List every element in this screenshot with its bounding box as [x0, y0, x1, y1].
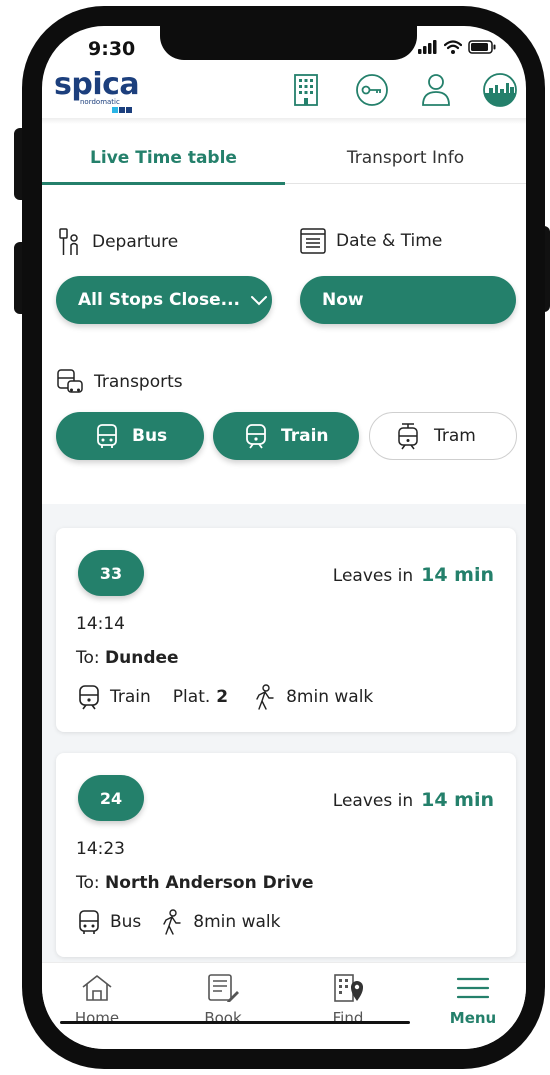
- destination-name: Dundee: [105, 648, 179, 668]
- train-icon: [79, 685, 99, 710]
- datetime-label: Date & Time: [336, 231, 443, 251]
- transport-mode: Train: [110, 687, 151, 707]
- bus-icon: [79, 910, 99, 934]
- departure-card[interactable]: 33 Leaves in 14 min 14:14 To: Dundee Tra…: [56, 528, 516, 732]
- active-tab-indicator: [42, 182, 285, 185]
- platform-number: 2: [216, 687, 229, 707]
- transport-mode: Bus: [110, 912, 142, 932]
- departure-label-row: Departure: [58, 228, 178, 256]
- transports-label: Transports: [94, 372, 183, 392]
- user-icon[interactable]: [418, 72, 454, 108]
- departure-select[interactable]: All Stops Close...: [56, 276, 272, 324]
- transport-tram-toggle[interactable]: Tram: [369, 412, 517, 460]
- notch: [160, 26, 417, 60]
- building-pin-icon: [334, 974, 363, 1002]
- bus-stop-icon: [59, 228, 78, 255]
- nav-menu-label: Menu: [449, 1009, 497, 1027]
- nav-home-label: Home: [74, 1009, 120, 1027]
- transport-train-toggle[interactable]: Train: [213, 412, 359, 460]
- nav-find[interactable]: Find: [298, 973, 398, 1027]
- departure-info: Train Plat. 2 8min walk: [78, 684, 373, 710]
- tram-icon: [398, 423, 418, 450]
- leaves-prefix: Leaves in: [332, 566, 414, 586]
- leaves-in: Leaves in 14 min: [333, 564, 494, 586]
- nav-book-label: Book: [204, 1009, 242, 1027]
- spica-logo[interactable]: spica nordomatic: [54, 67, 140, 113]
- leaves-minutes: 14 min: [421, 789, 494, 811]
- battery-icon: [468, 40, 496, 54]
- route-badge: 24: [78, 775, 144, 821]
- wifi-icon: [444, 40, 462, 54]
- destination: To: North Anderson Drive: [76, 873, 314, 893]
- home-indicator[interactable]: [60, 1021, 410, 1024]
- bottom-navigation: Home Book Find Menu: [42, 962, 526, 1049]
- transport-train-label: Train: [281, 426, 329, 446]
- transport-bus-toggle[interactable]: Bus: [56, 412, 204, 460]
- status-icons: [418, 40, 496, 54]
- departure-time: 14:23: [76, 839, 125, 859]
- calendar-list-icon: [300, 228, 326, 254]
- nav-book[interactable]: Book: [173, 973, 273, 1027]
- tab-bar: Live Time table Transport Info: [42, 134, 526, 185]
- walk-time: 8min walk: [286, 687, 374, 707]
- datetime-value: Now: [322, 290, 364, 310]
- transports-icon: [57, 369, 83, 393]
- route-badge: 33: [78, 550, 144, 596]
- logo-squares: [112, 107, 139, 113]
- building-icon[interactable]: [288, 72, 324, 108]
- departure-label: Departure: [92, 232, 179, 252]
- leaves-minutes: 14 min: [421, 564, 494, 586]
- destination: To: Dundee: [76, 648, 179, 668]
- datetime-select[interactable]: Now: [300, 276, 516, 324]
- book-icon: [208, 974, 239, 1002]
- destination-name: North Anderson Drive: [105, 873, 314, 893]
- walking-person-icon: [256, 684, 274, 710]
- key-icon[interactable]: [354, 72, 390, 108]
- app-screen: 9:30 spica nordomatic Live Time table Tr…: [42, 26, 526, 1049]
- bus-icon: [97, 424, 117, 448]
- signal-icon: [418, 40, 437, 54]
- datetime-label-row: Date & Time: [300, 228, 442, 254]
- city-skyline-icon[interactable]: [482, 72, 518, 108]
- platform-prefix: Plat.: [172, 687, 211, 707]
- leaves-prefix: Leaves in: [332, 791, 414, 811]
- walking-person-icon: [163, 909, 181, 935]
- departure-card[interactable]: 24 Leaves in 14 min 14:23 To: North Ande…: [56, 753, 516, 957]
- train-icon: [246, 424, 266, 449]
- tab-transport-info[interactable]: Transport Info: [285, 134, 526, 182]
- destination-prefix: To:: [76, 873, 100, 893]
- nav-find-label: Find: [332, 1009, 364, 1027]
- departure-info: Bus 8min walk: [78, 909, 280, 935]
- transport-bus-label: Bus: [132, 426, 168, 446]
- nav-home[interactable]: Home: [47, 973, 147, 1027]
- home-icon: [82, 975, 112, 1001]
- destination-prefix: To:: [76, 648, 100, 668]
- hamburger-menu-icon: [456, 977, 490, 999]
- walk-time: 8min walk: [193, 912, 281, 932]
- tab-live-time-table[interactable]: Live Time table: [42, 134, 285, 182]
- departure-time: 14:14: [76, 614, 125, 634]
- chevron-down-icon: [251, 296, 267, 306]
- app-header: spica nordomatic: [42, 66, 526, 122]
- status-time: 9:30: [88, 38, 136, 60]
- transport-tram-label: Tram: [434, 426, 476, 446]
- tab-divider: [285, 183, 526, 184]
- transports-label-row: Transports: [56, 368, 183, 396]
- departure-value: All Stops Close...: [78, 290, 240, 310]
- logo-text: spica: [54, 67, 140, 102]
- leaves-in: Leaves in 14 min: [333, 789, 494, 811]
- nav-menu[interactable]: Menu: [423, 973, 523, 1027]
- header-divider: [42, 118, 526, 124]
- departures-list: 33 Leaves in 14 min 14:14 To: Dundee Tra…: [42, 504, 526, 974]
